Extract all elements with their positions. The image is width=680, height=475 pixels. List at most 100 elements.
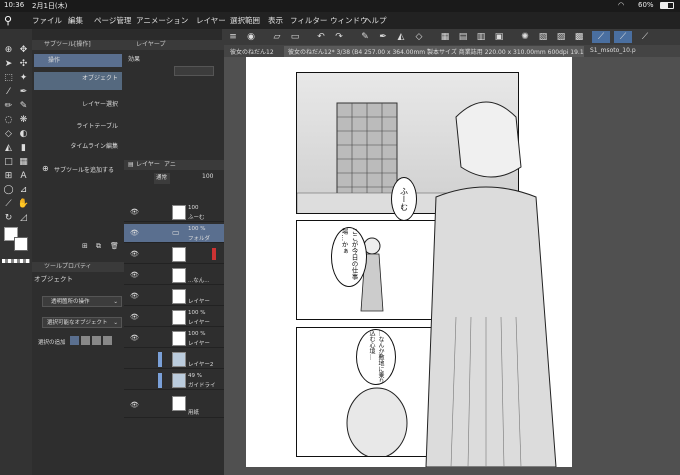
subtool-delete-icon[interactable]: 🗑 — [110, 242, 119, 250]
selection-tool-icon[interactable]: ⬚ — [2, 71, 15, 84]
fill-tool-icon[interactable]: ◭ — [2, 141, 15, 154]
invert-selection-icon[interactable]: ▥ — [474, 31, 488, 43]
brush-tool-icon[interactable]: ✎ — [17, 99, 30, 112]
figure-tool-icon[interactable]: □ — [2, 155, 15, 168]
rotate-tool-icon[interactable]: ↻ — [2, 211, 15, 224]
ruler-icon[interactable]: ⟋ — [636, 31, 654, 43]
menu-filter[interactable]: フィルター — [290, 15, 327, 26]
redo-icon[interactable]: ↷ — [332, 31, 346, 43]
layer-row-6[interactable]: 👁 100 % レイヤー — [124, 308, 224, 327]
layer-row-7[interactable]: 👁 100 % レイヤー — [124, 329, 224, 348]
eyedropper-icon[interactable]: ✎ — [358, 31, 372, 43]
visibility-icon[interactable]: 👁 — [130, 334, 139, 342]
layer-row-8[interactable]: レイヤー2 — [124, 350, 224, 369]
visibility-icon[interactable]: 👁 — [130, 292, 139, 300]
layer-row-3[interactable]: 👁 — [124, 245, 224, 264]
app-icon[interactable]: ◉ — [244, 31, 258, 43]
add-subtool-label[interactable]: サブツールを追加する — [54, 165, 114, 174]
menu-animation[interactable]: アニメーション — [136, 15, 188, 26]
move-layer-icon[interactable]: ✣ — [17, 57, 30, 70]
hamburger-icon[interactable]: ≡ — [226, 31, 240, 43]
tab-layer[interactable]: レイヤー — [136, 160, 160, 170]
menu-view[interactable]: 表示 — [268, 15, 283, 26]
menu-file[interactable]: ファイル — [32, 15, 62, 26]
correct-line-icon[interactable]: ⟋ — [2, 197, 15, 210]
text-tool-icon[interactable]: A — [17, 169, 30, 182]
selectable-object-select[interactable]: 選択可能なオブジェクト ⌄ — [42, 317, 122, 328]
subtool-settings-icon[interactable]: ⧉ — [96, 242, 101, 251]
layer-row-9[interactable]: 49 % ガイドライ — [124, 371, 224, 390]
opacity-value[interactable]: 100 — [202, 173, 213, 180]
subtool-timeline[interactable]: タイムライン編集 — [34, 140, 122, 153]
tab-document-3[interactable]: S1_msoto_10.p — [586, 46, 676, 57]
pen-icon[interactable]: ✒ — [376, 31, 390, 43]
tab-animation[interactable]: アニ — [164, 160, 176, 170]
curve-icon[interactable]: ⟋ — [614, 31, 632, 43]
subtool-copy-icon[interactable]: ⊞ — [82, 242, 88, 250]
visibility-icon[interactable]: 👁 — [130, 229, 139, 237]
visibility-icon[interactable]: 👁 — [130, 208, 139, 216]
hand-tool-icon[interactable]: ✋ — [17, 197, 30, 210]
add-selection-mode-3[interactable] — [92, 336, 101, 345]
subtool-object[interactable]: オブジェクト — [34, 72, 122, 90]
pencil-tool-icon[interactable]: ✏ — [2, 99, 15, 112]
decoration-tool-icon[interactable]: ❋ — [17, 113, 30, 126]
save-icon[interactable]: ▱ — [270, 31, 284, 43]
visibility-icon[interactable]: 👁 — [130, 401, 139, 409]
layer-icon[interactable]: ▩ — [572, 31, 586, 43]
auto-select-icon[interactable]: ✦ — [17, 71, 30, 84]
menu-window[interactable]: ウィンドウ — [330, 15, 368, 26]
line-tool-icon[interactable]: ⊿ — [17, 183, 30, 196]
blend-tool-icon[interactable]: ◐ — [17, 127, 30, 140]
export-icon[interactable]: ▭ — [288, 31, 302, 43]
tab-document-2[interactable]: 彼女のねだん12* 3/38 (B4 257.00 x 364.00mm 製本サ… — [284, 46, 584, 57]
stabilize-icon[interactable]: ⟋ — [592, 31, 610, 43]
subtool-layer-select[interactable]: レイヤー選択 — [34, 98, 122, 111]
visibility-icon[interactable]: 👁 — [130, 250, 139, 258]
add-subtool-icon[interactable]: ⊕ — [42, 164, 49, 173]
operation-tool-icon[interactable]: ➤ — [2, 57, 15, 70]
subtool-light-table[interactable]: ライトテーブル — [34, 120, 122, 133]
eyedropper-tool-icon[interactable]: ⁄ — [2, 85, 15, 98]
transform-icon[interactable]: ▧ — [536, 31, 550, 43]
layer-row-2[interactable]: 👁 ▭ 100 % フォルダ — [124, 224, 224, 243]
add-selection-mode-4[interactable] — [103, 336, 112, 345]
menu-selection[interactable]: 選択範囲 — [230, 15, 260, 26]
triangle-tool-icon[interactable]: ◿ — [17, 211, 30, 224]
transparent-color-swatch[interactable] — [2, 259, 30, 263]
visibility-icon[interactable]: 👁 — [130, 313, 139, 321]
subtool-operation[interactable]: 操作 — [34, 54, 122, 67]
manga-page[interactable]: ふーむ ここが今日の仕事場…かぁ …なんか敷地に乗り込む心境… — [246, 57, 572, 467]
transparent-area-select[interactable]: 透明箇所の操作 ⌄ — [42, 296, 122, 307]
effect-buttons[interactable] — [174, 66, 214, 76]
menu-edit[interactable]: 編集 — [68, 15, 83, 26]
balloon-tool-icon[interactable]: ◯ — [2, 183, 15, 196]
app-logo-icon[interactable]: ⚲ — [4, 14, 12, 27]
layer-row-1[interactable]: 👁 100 ふーむ — [124, 203, 224, 222]
tab-document-1[interactable]: 彼女のねだん12 — [226, 46, 284, 57]
pen-tool-icon[interactable]: ✒ — [17, 85, 30, 98]
layer-row-4[interactable]: 👁 ...なん... — [124, 266, 224, 285]
frame-tool-icon[interactable]: ▦ — [17, 155, 30, 168]
blend-mode-select[interactable]: 通常 — [154, 173, 170, 184]
eraser-icon[interactable]: ◇ — [412, 31, 426, 43]
add-selection-mode-1[interactable] — [70, 336, 79, 345]
sub-color-swatch[interactable] — [14, 237, 28, 251]
deselect-icon[interactable]: ▤ — [456, 31, 470, 43]
select-all-icon[interactable]: ▦ — [438, 31, 452, 43]
move-icon[interactable]: ▨ — [554, 31, 568, 43]
add-selection-mode-2[interactable] — [81, 336, 90, 345]
gradient-tool-icon[interactable]: ▮ — [17, 141, 30, 154]
clear-icon[interactable]: ▣ — [492, 31, 506, 43]
eraser-tool-icon[interactable]: ◇ — [2, 127, 15, 140]
fill-icon[interactable]: ◭ — [394, 31, 408, 43]
ruler-tool-icon[interactable]: ⊞ — [2, 169, 15, 182]
layer-row-5[interactable]: 👁 レイヤー — [124, 287, 224, 306]
airbrush-tool-icon[interactable]: ◌ — [2, 113, 15, 126]
magnify-icon[interactable]: ⊕ — [2, 43, 15, 56]
move-tool-icon[interactable]: ✥ — [17, 43, 30, 56]
layer-row-10[interactable]: 👁 用紙 — [124, 392, 224, 418]
menu-layer[interactable]: レイヤー — [196, 15, 226, 26]
visibility-icon[interactable]: 👁 — [130, 271, 139, 279]
undo-icon[interactable]: ↶ — [314, 31, 328, 43]
